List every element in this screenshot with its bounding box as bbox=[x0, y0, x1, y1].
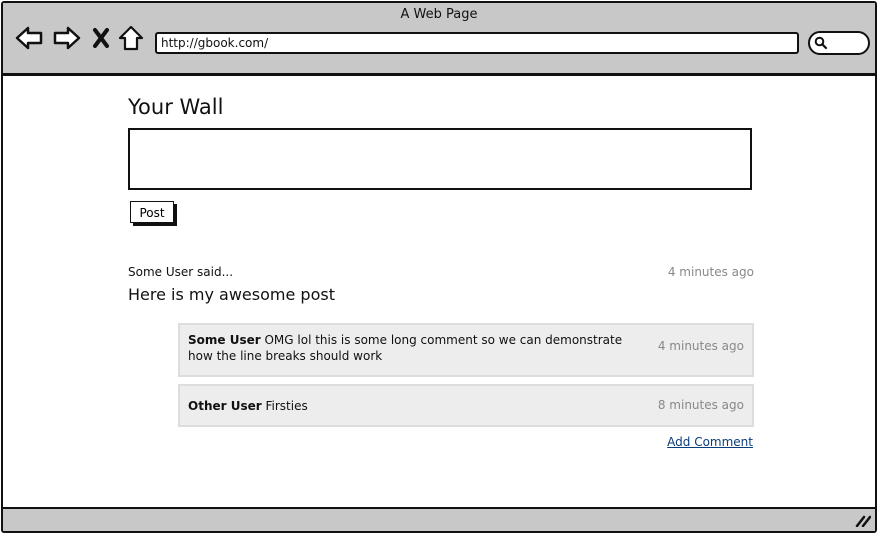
post-button[interactable]: Post bbox=[130, 201, 174, 223]
post-textarea[interactable] bbox=[128, 128, 752, 190]
browser-window: A Web Page http://gbook.com/ Your Wall P… bbox=[1, 1, 877, 533]
resize-grip-icon[interactable] bbox=[855, 512, 872, 531]
post-header: Some User said... 4 minutes ago bbox=[128, 262, 754, 280]
post-author-line: Some User said... bbox=[128, 265, 234, 279]
search-icon bbox=[814, 36, 828, 50]
post-timestamp: 4 minutes ago bbox=[667, 265, 754, 279]
home-icon[interactable] bbox=[118, 25, 144, 51]
stop-icon[interactable] bbox=[91, 25, 111, 51]
comment-timestamp: 8 minutes ago bbox=[657, 398, 744, 412]
comment-item: Other User Firsties 8 minutes ago bbox=[178, 384, 754, 427]
url-input[interactable]: http://gbook.com/ bbox=[155, 32, 799, 54]
forward-arrow-icon[interactable] bbox=[53, 25, 81, 51]
wall-section: Your Wall Post Some User said... 4 minut… bbox=[128, 95, 754, 449]
page-title: Your Wall bbox=[128, 95, 224, 119]
post-body: Here is my awesome post bbox=[128, 285, 335, 304]
comment-timestamp: 4 minutes ago bbox=[657, 339, 744, 353]
comment-text-block: Some User OMG lol this is some long comm… bbox=[188, 332, 643, 364]
search-button[interactable] bbox=[808, 31, 870, 55]
comment-author: Some User bbox=[188, 333, 261, 347]
comment-text: Firsties bbox=[265, 399, 308, 413]
browser-toolbar: A Web Page http://gbook.com/ bbox=[3, 3, 875, 76]
back-arrow-icon[interactable] bbox=[15, 25, 43, 51]
comment-item: Some User OMG lol this is some long comm… bbox=[178, 323, 754, 377]
comment-author: Other User bbox=[188, 399, 262, 413]
add-comment-link[interactable]: Add Comment bbox=[667, 435, 753, 449]
status-bar bbox=[3, 507, 875, 531]
comment-text-block: Other User Firsties bbox=[188, 398, 643, 414]
window-title: A Web Page bbox=[400, 7, 478, 22]
